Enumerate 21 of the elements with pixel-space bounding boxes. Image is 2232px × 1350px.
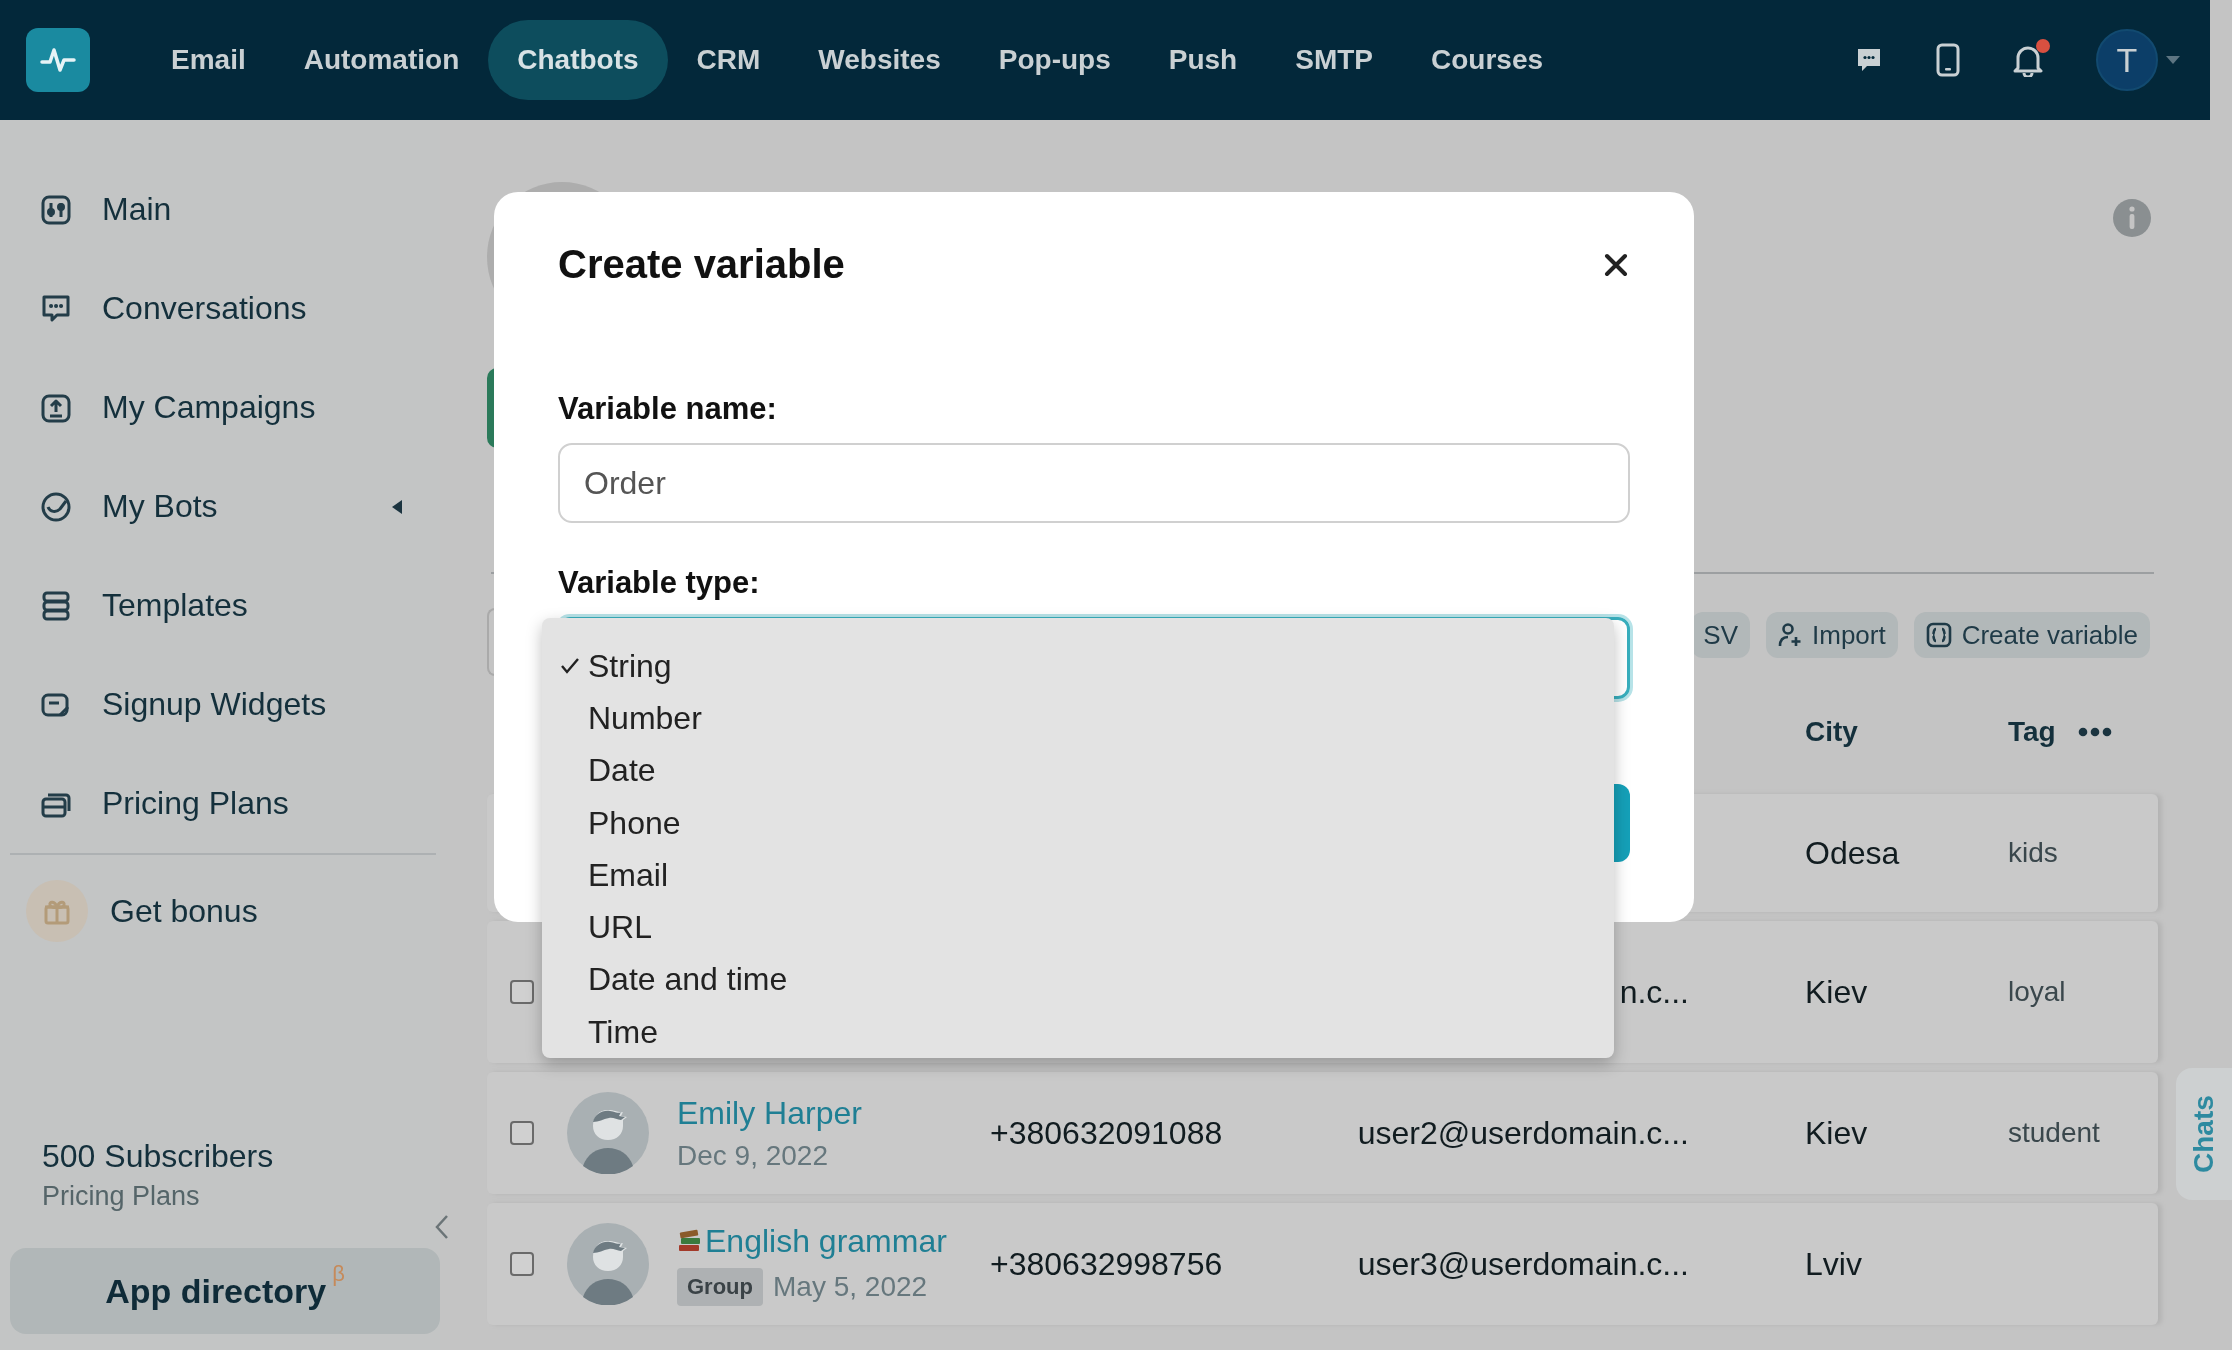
date-text: Dec 9, 2022 xyxy=(677,1139,828,1172)
field-label: Variable type: xyxy=(558,565,761,601)
dialog-title: Create variable xyxy=(558,242,845,287)
phone-cell-text: +380632091088 xyxy=(990,1114,1224,1152)
column-header: Tag xyxy=(2008,716,2056,748)
city-cell-text: Odesa xyxy=(1805,834,1901,872)
city-cell-text: Kiev xyxy=(1805,1114,1869,1152)
email-cell-text: n.c... xyxy=(1618,973,1689,1011)
field-label: Variable name: xyxy=(558,391,778,427)
tag-cell-text: kids xyxy=(2008,837,2059,869)
tag-cell-text: student xyxy=(2008,1117,2101,1149)
email-cell-text: user3@userdomain.c... xyxy=(1356,1245,1689,1283)
tag-cell-text: loyal xyxy=(2008,976,2067,1008)
column-header: City xyxy=(1805,716,1859,748)
subscriber-count: 500 Subscribers xyxy=(42,1138,275,1175)
email-cell-text: user2@userdomain.c... xyxy=(1356,1114,1689,1152)
date-text: May 5, 2022 xyxy=(773,1270,928,1303)
city-cell-text: Kiev xyxy=(1805,973,1869,1011)
city-cell-text: Lviv xyxy=(1805,1245,1863,1283)
phone-cell-text: +380632998756 xyxy=(990,1245,1224,1283)
group-badge: Group xyxy=(677,1267,763,1306)
